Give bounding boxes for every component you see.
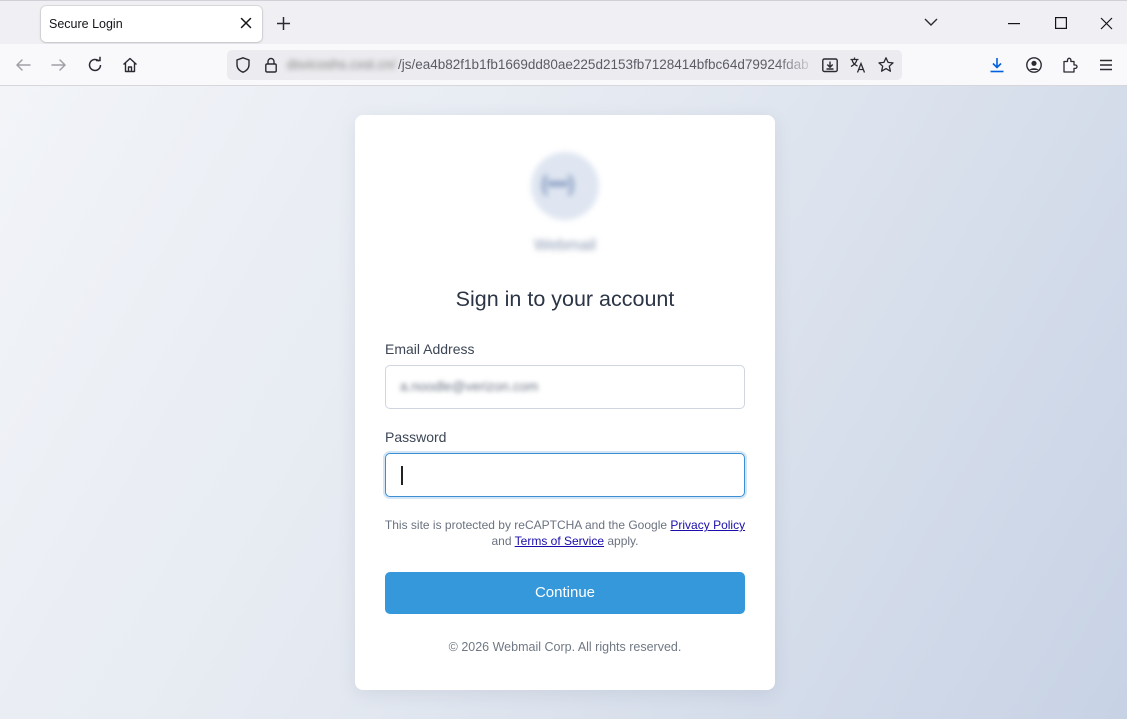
notice-and: and (491, 534, 512, 548)
hamburger-icon[interactable] (1097, 56, 1115, 74)
footer-copyright: © 2026 Webmail Corp. All rights reserved… (448, 640, 682, 654)
window-close-icon[interactable] (1100, 17, 1113, 30)
page-background: (•••) Webmail Sign in to your account Em… (0, 86, 1127, 719)
shield-icon[interactable] (234, 56, 252, 74)
notice-suffix: apply. (607, 534, 639, 548)
brand-name: Webmail (534, 237, 596, 254)
chevron-down-icon[interactable] (924, 17, 938, 27)
continue-button[interactable]: Continue (385, 572, 745, 614)
password-label: Password (385, 429, 447, 445)
notice-prefix: This site is protected by reCAPTCHA and … (384, 518, 668, 532)
lock-icon[interactable] (262, 56, 280, 74)
browser-tab[interactable]: Secure Login (41, 6, 262, 42)
puzzle-icon[interactable] (1061, 56, 1079, 74)
minimize-icon[interactable] (1008, 23, 1020, 25)
tab-title: Secure Login (49, 17, 123, 31)
page-title: Sign in to your account (455, 287, 675, 311)
text-caret (401, 466, 403, 485)
privacy-policy-link[interactable]: Privacy Policy (670, 518, 745, 532)
close-icon[interactable] (239, 16, 253, 30)
forward-arrow-icon[interactable] (50, 56, 68, 74)
plus-icon[interactable] (276, 16, 291, 31)
navigation-bar: dsvicoshs.cxst.cn/ /js/ea4b82f1b1fb1669d… (0, 44, 1127, 86)
email-label: Email Address (385, 341, 475, 357)
maximize-icon[interactable] (1055, 17, 1067, 29)
email-field[interactable]: a.noodle@verizon.com (385, 365, 745, 409)
login-card: (•••) Webmail Sign in to your account Em… (355, 115, 775, 690)
reload-icon[interactable] (86, 56, 104, 74)
terms-of-service-link[interactable]: Terms of Service (515, 534, 604, 548)
star-icon[interactable] (877, 56, 895, 74)
install-app-icon[interactable] (821, 56, 839, 74)
back-arrow-icon[interactable] (14, 56, 32, 74)
logo: (•••) (531, 152, 599, 220)
home-icon[interactable] (121, 56, 139, 74)
recaptcha-notice: This site is protected by reCAPTCHA and … (355, 517, 775, 549)
tab-strip: Secure Login (0, 0, 1127, 44)
download-icon[interactable] (988, 56, 1006, 74)
url-domain: dsvicoshs.cxst.cn/ (287, 57, 396, 72)
email-value: a.noodle@verizon.com (400, 379, 539, 394)
url-path: /js/ea4b82f1b1fb1669dd80ae225d2153fb7128… (398, 57, 809, 72)
url-bar[interactable]: dsvicoshs.cxst.cn/ /js/ea4b82f1b1fb1669d… (227, 50, 902, 80)
password-field[interactable] (385, 453, 745, 497)
account-icon[interactable] (1025, 56, 1043, 74)
translate-icon[interactable] (849, 56, 867, 74)
